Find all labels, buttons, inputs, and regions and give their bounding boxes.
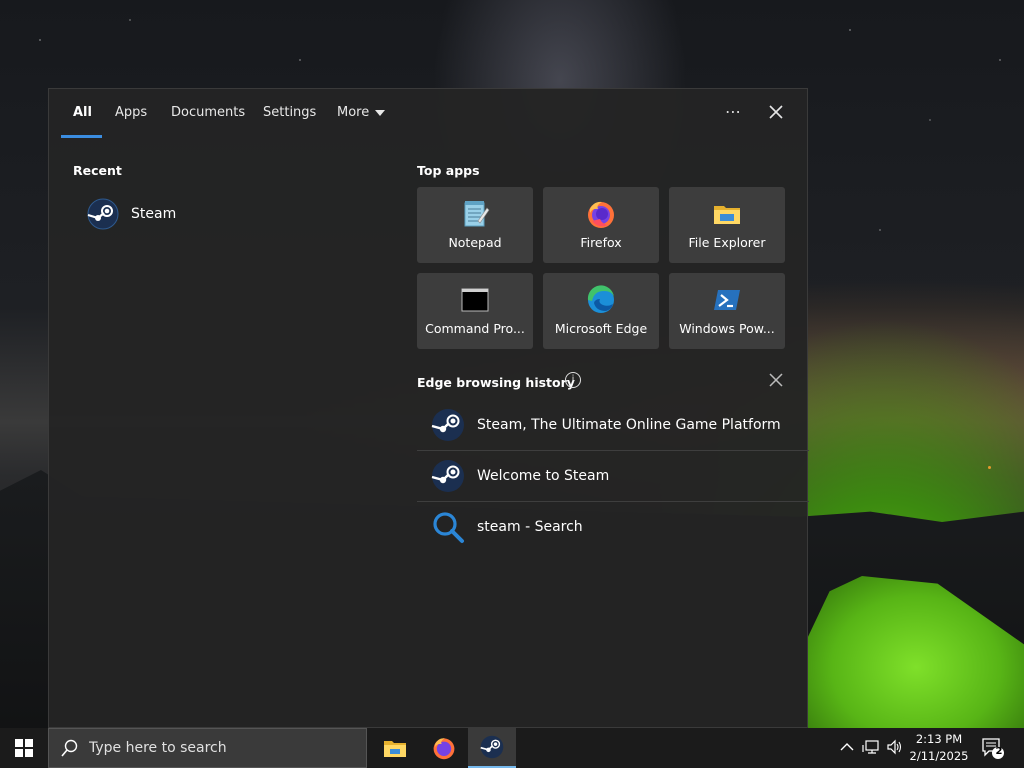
history-header: Edge browsing history i xyxy=(417,372,789,393)
powershell-icon xyxy=(714,290,740,310)
steam-icon xyxy=(431,459,464,492)
command-prompt-icon xyxy=(461,288,489,312)
taskbar-search-box[interactable] xyxy=(48,728,367,768)
history-item[interactable]: steam - Search xyxy=(417,501,809,551)
tab-all[interactable]: All xyxy=(73,105,92,120)
clock-date: 2/11/2025 xyxy=(909,749,969,763)
history-item-label: Welcome to Steam xyxy=(477,467,610,484)
search-panel: All Apps Documents Settings More ⋯ Recen… xyxy=(48,88,809,728)
taskbar-clock[interactable]: 2:13 PM 2/11/2025 xyxy=(904,731,974,765)
app-tile-label: Microsoft Edge xyxy=(554,321,648,336)
history-item[interactable]: Steam, The Ultimate Online Game Platform xyxy=(417,400,809,450)
tab-apps[interactable]: Apps xyxy=(115,105,147,120)
app-tile-label: File Explorer xyxy=(688,235,766,250)
tab-documents[interactable]: Documents xyxy=(171,105,245,120)
chevron-up-icon[interactable] xyxy=(838,738,856,756)
close-icon[interactable] xyxy=(769,373,783,387)
start-button[interactable] xyxy=(0,728,48,768)
notepad-icon xyxy=(464,201,490,227)
more-dots-icon[interactable]: ⋯ xyxy=(725,102,742,121)
app-tile-notepad[interactable]: Notepad xyxy=(417,187,533,263)
taskbar-steam[interactable] xyxy=(468,728,516,768)
firefox-icon xyxy=(433,738,455,760)
taskbar: 2:13 PM 2/11/2025 2 xyxy=(0,728,1024,768)
history-item-label: Steam, The Ultimate Online Game Platform xyxy=(477,417,781,433)
app-tile-command-prompt[interactable]: Command Pro... xyxy=(417,273,533,349)
caret-down-icon xyxy=(375,109,386,116)
taskbar-firefox[interactable] xyxy=(420,728,468,768)
clock-time: 2:13 PM xyxy=(915,732,963,746)
app-tile-label: Notepad xyxy=(448,235,502,250)
steam-icon xyxy=(87,198,119,230)
search-tabs: All Apps Documents Settings More ⋯ xyxy=(49,89,807,139)
windows-logo-icon xyxy=(15,739,33,757)
app-tile-powershell[interactable]: Windows Pow... xyxy=(669,273,785,349)
wallpaper-light xyxy=(988,466,991,469)
notification-count-badge: 2 xyxy=(995,746,1003,757)
network-icon[interactable] xyxy=(862,738,880,756)
tab-settings[interactable]: Settings xyxy=(263,105,316,120)
history-item-label: steam - Search xyxy=(477,518,583,535)
taskbar-file-explorer[interactable] xyxy=(371,728,419,768)
history-item[interactable]: Welcome to Steam xyxy=(417,450,809,500)
volume-icon[interactable] xyxy=(886,738,904,756)
close-icon[interactable] xyxy=(765,101,787,123)
firefox-icon xyxy=(588,201,614,228)
app-tile-label: Command Pro... xyxy=(425,321,525,336)
steam-icon xyxy=(431,409,464,441)
top-apps-title: Top apps xyxy=(417,163,480,178)
app-tile-label: Windows Pow... xyxy=(679,321,775,336)
notification-center-button[interactable]: 2 xyxy=(980,736,1006,760)
recent-item-steam[interactable]: Steam xyxy=(87,197,387,231)
edge-icon xyxy=(587,285,614,313)
recent-item-label: Steam xyxy=(131,206,177,222)
tab-more-label: More xyxy=(337,105,370,120)
recent-title: Recent xyxy=(73,163,122,178)
app-tile-file-explorer[interactable]: File Explorer xyxy=(669,187,785,263)
active-tab-indicator xyxy=(61,135,102,138)
search-icon xyxy=(61,739,78,757)
taskbar-search-input[interactable] xyxy=(89,740,339,756)
app-tile-edge[interactable]: Microsoft Edge xyxy=(543,273,659,349)
app-tile-firefox[interactable]: Firefox xyxy=(543,187,659,263)
steam-icon xyxy=(480,735,504,759)
search-icon xyxy=(433,511,464,543)
history-title: Edge browsing history xyxy=(417,375,575,390)
app-tile-label: Firefox xyxy=(580,235,622,250)
file-explorer-icon xyxy=(384,741,406,757)
info-icon[interactable]: i xyxy=(565,372,581,388)
file-explorer-icon xyxy=(714,206,740,224)
tab-more[interactable]: More xyxy=(337,105,386,120)
